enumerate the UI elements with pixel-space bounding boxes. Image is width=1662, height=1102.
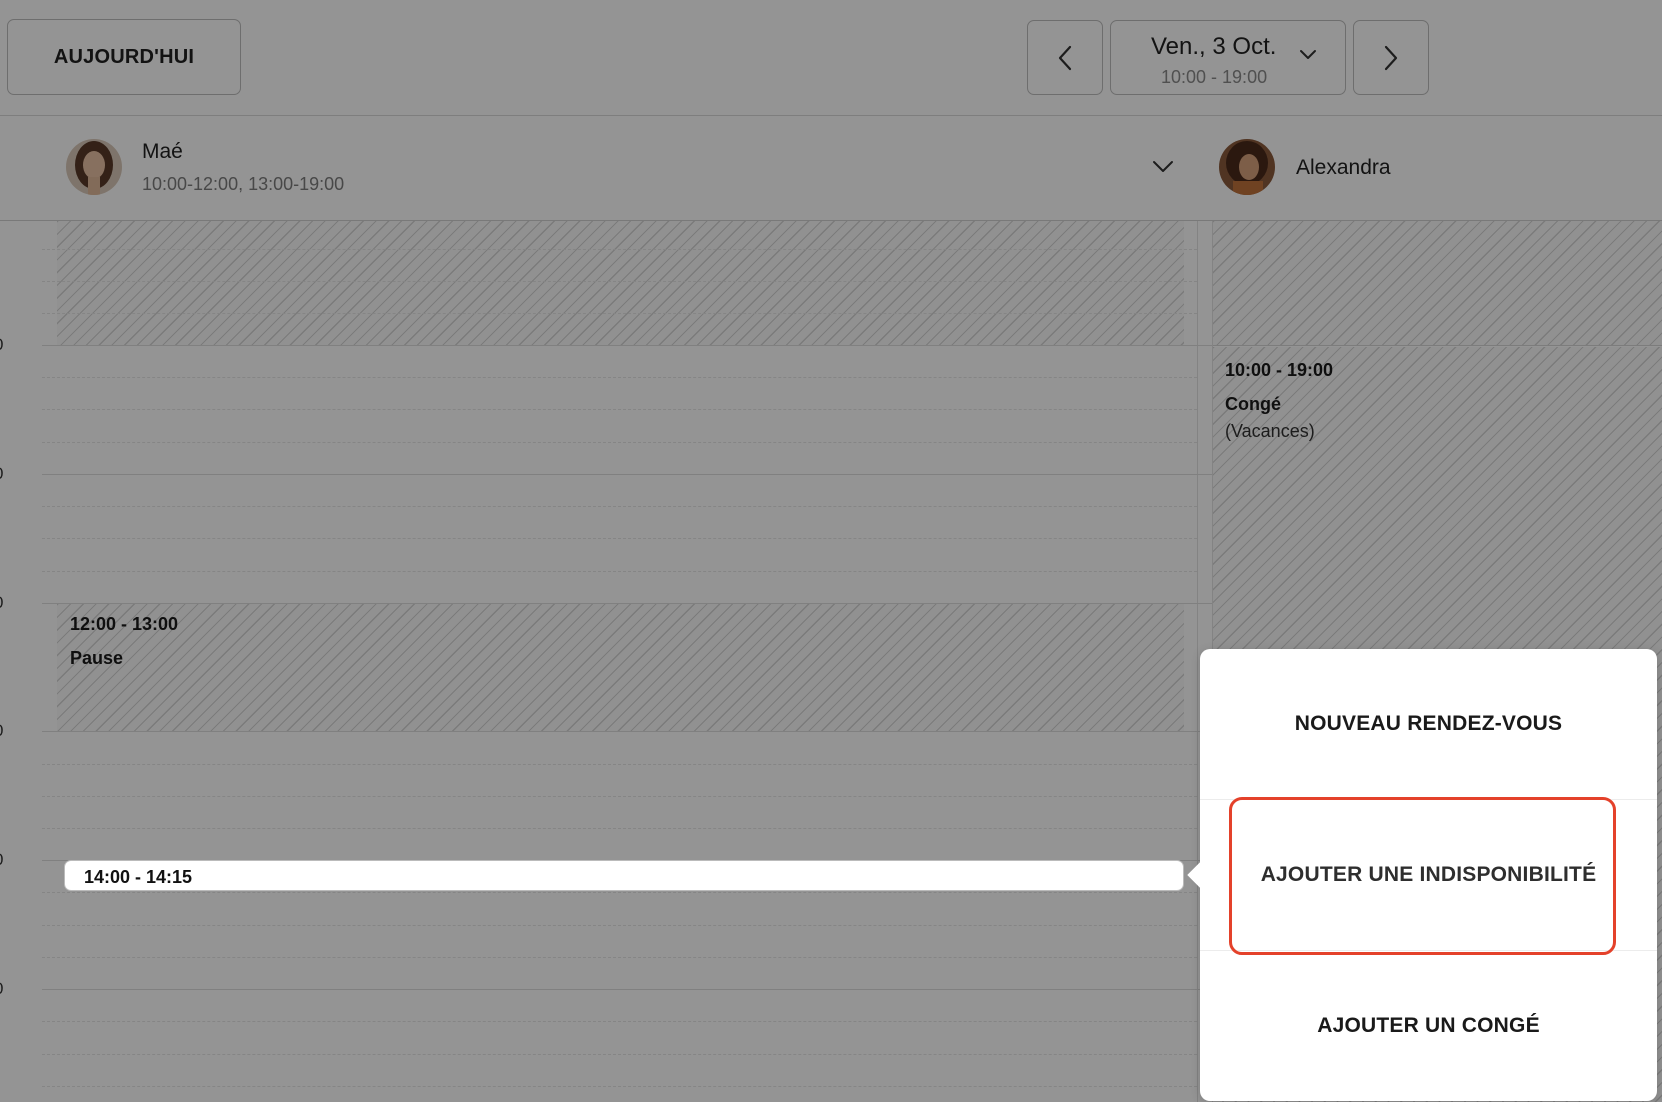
selected-slot-time: 14:00 - 14:15: [84, 867, 193, 887]
slot-action-menu: NOUVEAU RENDEZ-VOUS AJOUTER UNE INDISPON…: [1187, 649, 1657, 1101]
highlight-outline: [1229, 797, 1616, 955]
selected-time-slot[interactable]: 14:00 - 14:15: [64, 860, 1184, 891]
new-appointment-option[interactable]: NOUVEAU RENDEZ-VOUS: [1200, 649, 1657, 799]
add-leave-option[interactable]: AJOUTER UN CONGÉ: [1200, 951, 1657, 1101]
